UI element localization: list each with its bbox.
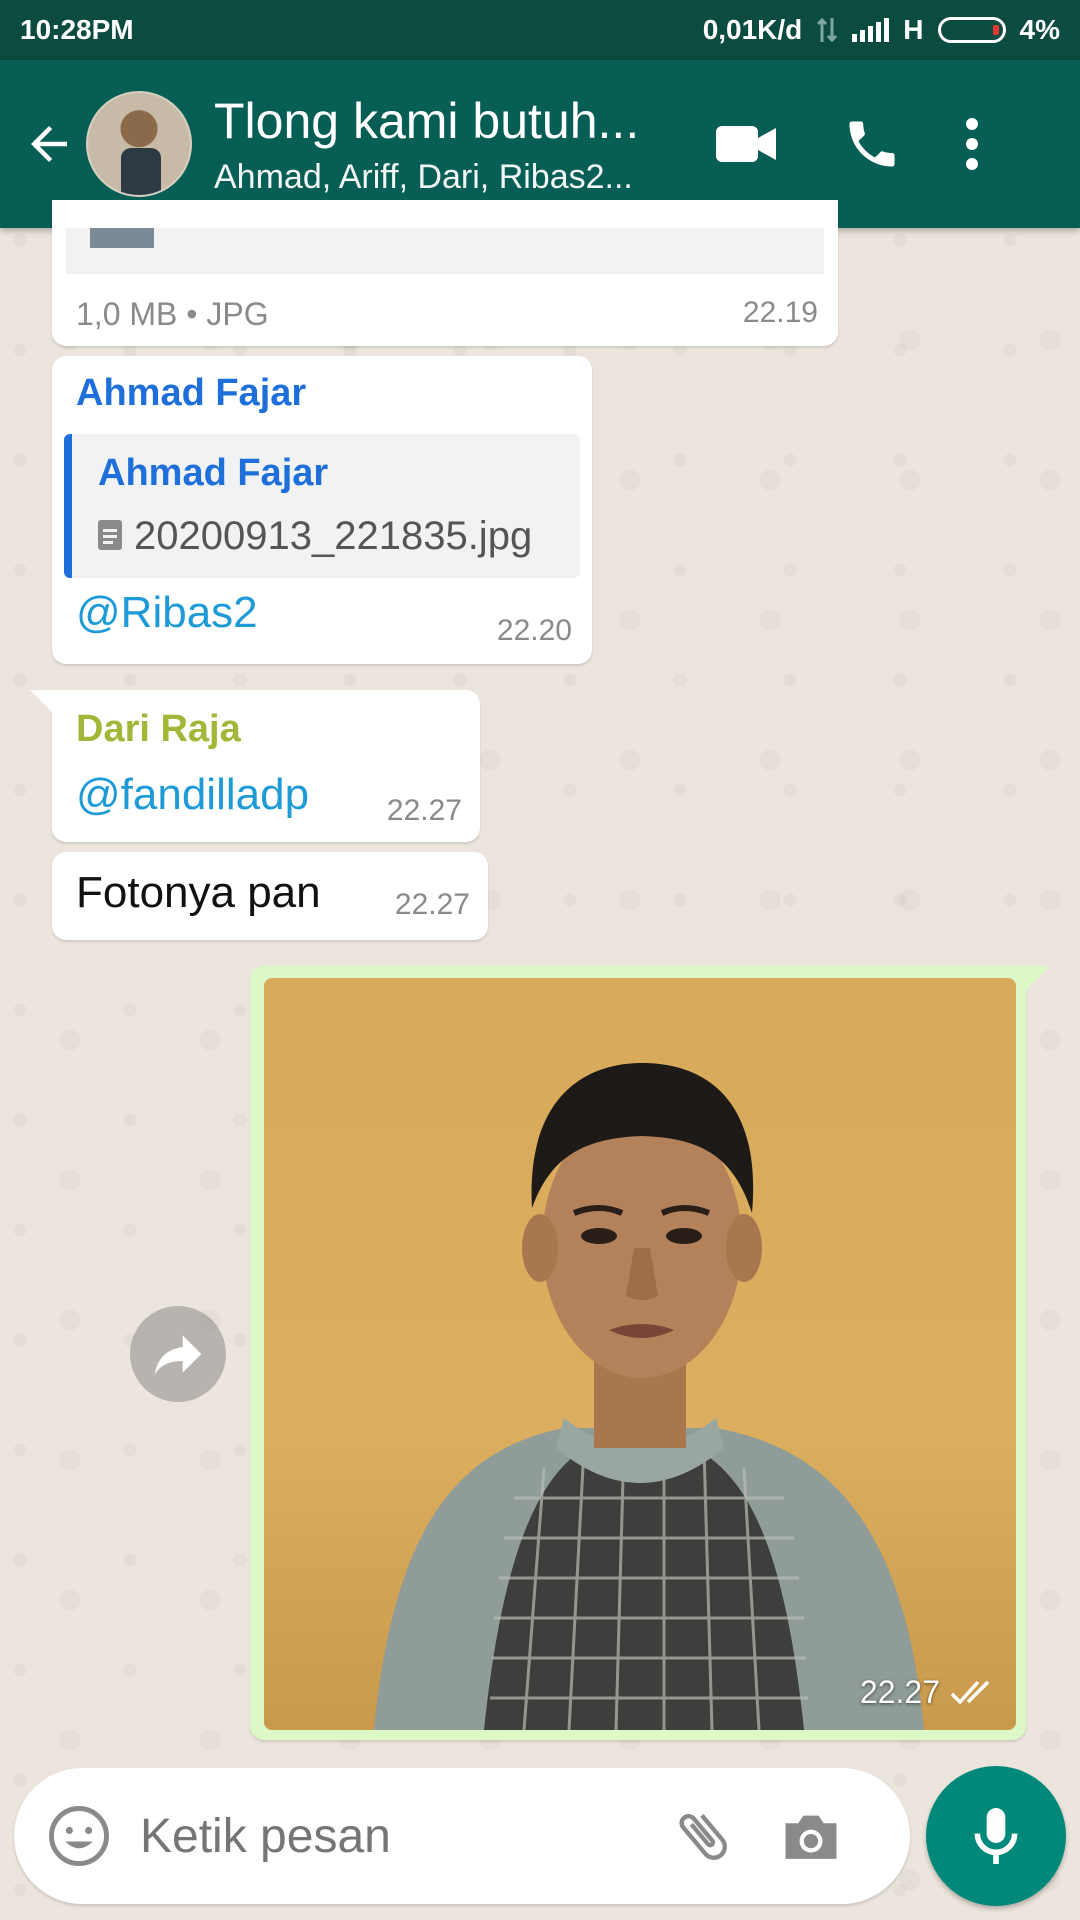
file-preview-strip	[66, 228, 824, 274]
file-meta: 1,0 MB • JPG	[76, 296, 269, 332]
message-time: 22.20	[496, 614, 572, 647]
voice-call-icon[interactable]	[842, 114, 902, 174]
message-time: 22.27	[394, 888, 470, 921]
quoted-sender: Ahmad Fajar	[98, 452, 329, 494]
reply-message[interactable]: Ahmad Fajar Ahmad Fajar 20200913_221835.…	[52, 356, 592, 664]
file-message[interactable]: 1,0 MB • JPG 22.19	[52, 200, 838, 346]
mention-link[interactable]: @fandilladp	[76, 770, 309, 820]
chat-info[interactable]: Tlong kami butuh... Ahmad, Ariff, Dari, …	[214, 92, 684, 197]
emoji-icon[interactable]	[46, 1803, 112, 1869]
message-sender: Ahmad Fajar	[76, 372, 307, 414]
voice-record-button[interactable]	[926, 1766, 1066, 1906]
message-text: Fotonya pan	[76, 868, 321, 917]
chat-title: Tlong kami butuh...	[214, 92, 640, 149]
microphone-icon	[974, 1808, 1018, 1864]
message-time: 22.19	[742, 296, 818, 329]
mention-link[interactable]: @Ribas2	[76, 588, 258, 638]
message-time: 22.27	[386, 794, 462, 827]
signal-icon	[852, 18, 890, 42]
quoted-filename: 20200913_221835.jpg	[134, 514, 533, 558]
forward-arrow-icon	[154, 1335, 202, 1375]
incoming-message[interactable]: Fotonya pan 22.27	[52, 852, 488, 940]
double-check-icon	[950, 1680, 990, 1705]
camera-icon[interactable]	[780, 1808, 842, 1864]
data-arrows-icon	[817, 17, 838, 43]
photo-image[interactable]: 22.27	[264, 978, 1016, 1730]
forward-button[interactable]	[130, 1306, 226, 1402]
quoted-message[interactable]: Ahmad Fajar 20200913_221835.jpg	[64, 434, 580, 578]
more-options-icon[interactable]	[964, 118, 980, 170]
file-type-icon	[90, 228, 154, 248]
person-photo	[374, 1063, 924, 1730]
battery-icon	[937, 17, 1006, 43]
network-speed: 0,01K/d	[702, 14, 803, 45]
bubble-tail	[1026, 966, 1050, 990]
chat-participants: Ahmad, Ariff, Dari, Ribas2...	[214, 157, 633, 196]
message-input-bar	[14, 1768, 910, 1904]
back-arrow-icon	[31, 126, 67, 162]
network-type: H	[903, 14, 924, 45]
battery-percent: 4%	[1019, 14, 1060, 45]
video-call-icon[interactable]	[714, 120, 780, 168]
status-bar: 10:28PM 0,01K/d H 4%	[0, 0, 1080, 60]
group-avatar[interactable]	[86, 91, 192, 197]
incoming-message[interactable]: Dari Raja @fandilladp 22.27	[30, 690, 480, 842]
status-time: 10:28PM	[20, 14, 134, 45]
outgoing-photo-message[interactable]: 22.27	[250, 966, 1050, 1740]
message-sender: Dari Raja	[76, 708, 241, 750]
photo-time: 22.27	[859, 1674, 940, 1710]
document-icon	[98, 520, 122, 550]
attach-icon[interactable]	[670, 1803, 736, 1869]
message-input[interactable]	[140, 1796, 640, 1876]
bubble-tail	[30, 690, 52, 712]
